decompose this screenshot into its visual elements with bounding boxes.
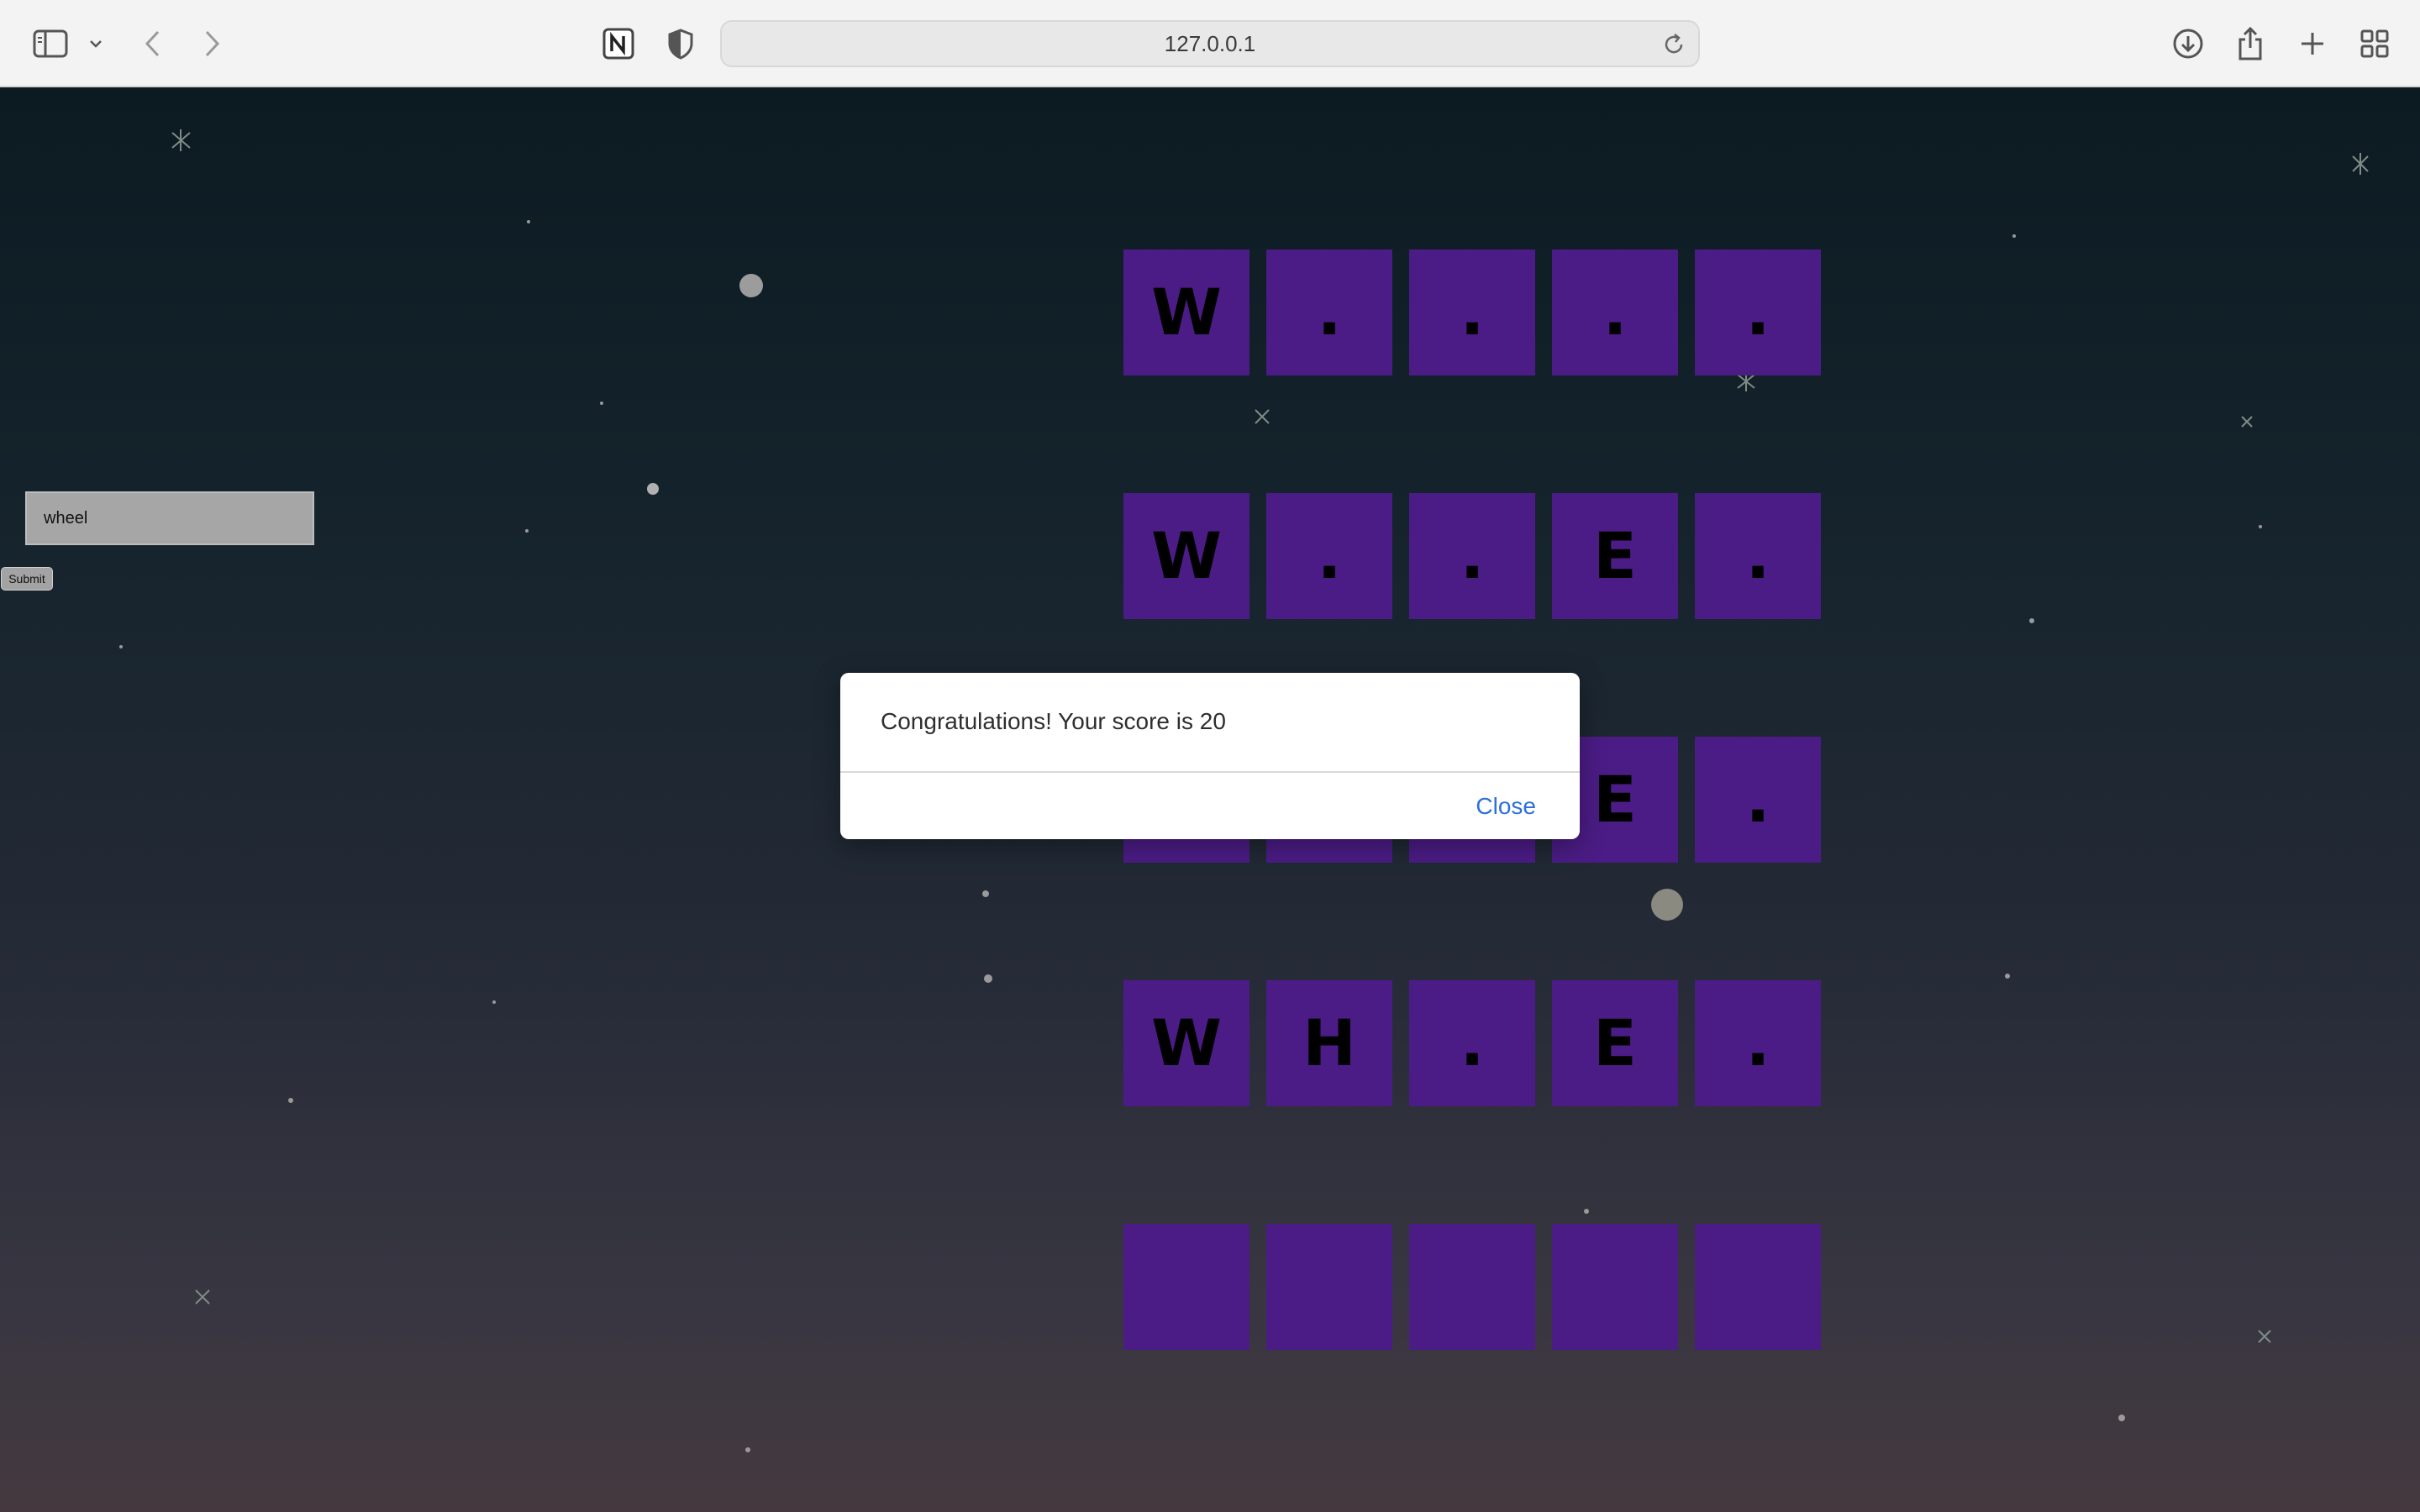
letter-tile: E: [1552, 493, 1678, 619]
letter-tile: W: [1123, 980, 1249, 1106]
letter-tile: .: [1409, 493, 1535, 619]
letter-tile: [1695, 1224, 1821, 1350]
letter-tile: .: [1409, 980, 1535, 1106]
letter-tile: .: [1409, 249, 1535, 375]
forward-arrow-icon[interactable]: [192, 24, 232, 64]
address-bar[interactable]: 127.0.0.1: [720, 20, 1700, 67]
letter-tile: .: [1695, 980, 1821, 1106]
letter-tile: .: [1695, 737, 1821, 863]
shield-icon[interactable]: [660, 24, 701, 64]
guess-input[interactable]: [25, 491, 314, 545]
letter-tile: [1123, 1224, 1249, 1350]
dialog-message: Congratulations! Your score is 20: [881, 708, 1226, 734]
letter-tile: .: [1695, 493, 1821, 619]
letter-tile: W: [1123, 249, 1249, 375]
letter-tile: .: [1266, 493, 1392, 619]
grid-icon[interactable]: [2354, 24, 2395, 64]
letter-tile: [1266, 1224, 1392, 1350]
submit-button[interactable]: Submit: [1, 567, 53, 591]
letter-tile: .: [1552, 249, 1678, 375]
chevron-down-icon[interactable]: [79, 24, 113, 64]
letter-tile: [1409, 1224, 1535, 1350]
sidebar-icon[interactable]: [30, 24, 71, 64]
reload-icon[interactable]: [1661, 32, 1686, 57]
alert-dialog: Congratulations! Your score is 20 Close: [840, 673, 1580, 839]
download-icon[interactable]: [2168, 24, 2208, 64]
letter-tile: H: [1266, 980, 1392, 1106]
letter-tile: .: [1266, 249, 1392, 375]
url-text: 127.0.0.1: [1164, 30, 1256, 56]
back-arrow-icon[interactable]: [133, 24, 173, 64]
browser-toolbar: 127.0.0.1: [0, 0, 2420, 87]
dialog-divider: [840, 771, 1580, 773]
notion-extension-icon[interactable]: [598, 24, 639, 64]
close-button[interactable]: Close: [1476, 793, 1536, 820]
letter-tile: E: [1552, 980, 1678, 1106]
letter-tile: [1552, 1224, 1678, 1350]
plus-icon[interactable]: [2292, 24, 2333, 64]
letter-tile: .: [1695, 249, 1821, 375]
share-icon[interactable]: [2230, 24, 2270, 64]
letter-tile: W: [1123, 493, 1249, 619]
